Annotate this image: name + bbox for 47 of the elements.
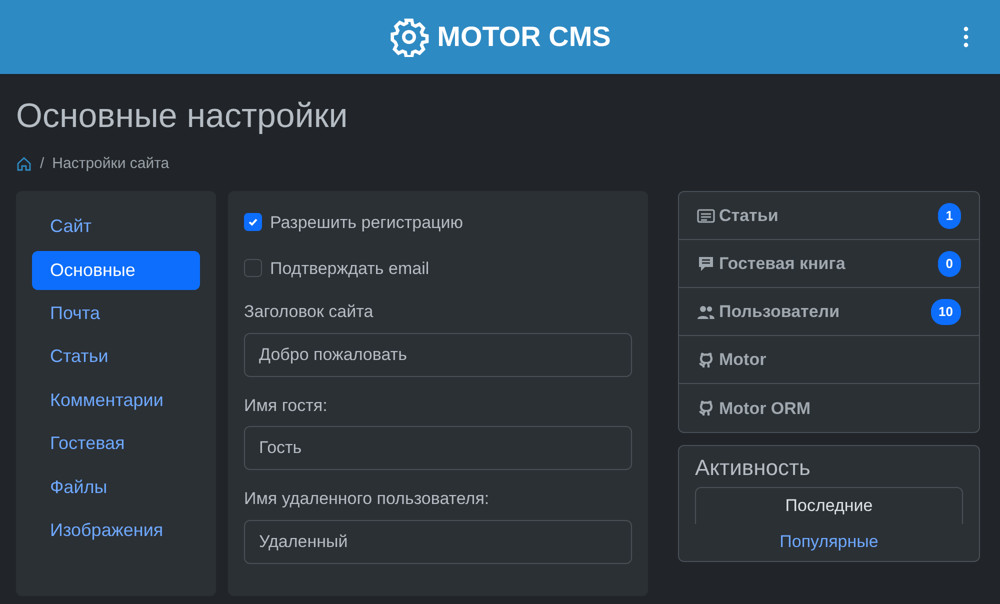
field-label: Заголовок сайта [244, 301, 374, 324]
check-icon [247, 216, 259, 228]
sidebar-item[interactable]: Файлы [32, 468, 200, 508]
tab[interactable]: Популярные [695, 524, 963, 561]
checkbox[interactable] [244, 213, 262, 232]
input-field[interactable]: Удаленный [244, 520, 632, 564]
breadcrumb-separator: / [40, 154, 44, 174]
home-icon[interactable] [16, 156, 32, 172]
input-field[interactable]: Добро пожаловать [244, 332, 632, 377]
sidebar-item[interactable]: Изображения [32, 511, 200, 550]
count-badge: 10 [930, 299, 961, 325]
input-field[interactable]: Гость [244, 426, 632, 470]
link-label: Пользователи [719, 301, 840, 324]
nav-link-item[interactable]: Motor ORM [679, 384, 979, 432]
count-badge: 0 [938, 251, 961, 277]
github-icon [697, 350, 715, 369]
link-label: Гостевая книга [719, 253, 846, 276]
sidebar-item[interactable]: Сайт [32, 207, 200, 247]
sidebar-item[interactable]: Гостевая [32, 424, 200, 464]
brand-link[interactable]: MOTOR CMS [437, 16, 611, 58]
sidebar-item[interactable]: Комментарии [32, 380, 200, 420]
comment-icon [697, 254, 715, 273]
nav-link-item[interactable]: Статьи 1 [679, 192, 979, 240]
people-icon [697, 304, 715, 320]
link-label: Motor [719, 349, 766, 372]
page-title: Основные настройки [16, 96, 349, 137]
nav-link-item[interactable]: Motor [679, 336, 979, 384]
field-label: Имя удаленного пользователя: [244, 488, 490, 510]
more-menu-icon[interactable] [962, 25, 970, 49]
sidebar-item[interactable]: Почта [32, 294, 200, 334]
field-label: Имя гостя: [244, 394, 328, 417]
tab[interactable]: Последние [695, 486, 963, 524]
list-icon [697, 208, 715, 224]
checkbox-label: Разрешить регистрацию [270, 212, 464, 234]
link-label: Motor ORM [719, 398, 811, 420]
checkbox-label: Подтверждать email [270, 258, 430, 280]
sidebar-item[interactable]: Основные [32, 250, 200, 290]
nav-link-item[interactable]: Гостевая книга 0 [679, 240, 979, 288]
gear-icon [389, 17, 430, 57]
activity-title: Активность [695, 454, 812, 482]
link-label: Статьи [719, 205, 778, 228]
github-icon [697, 399, 715, 418]
breadcrumb-item: Настройки сайта [52, 154, 170, 174]
nav-link-item[interactable]: Пользователи 10 [679, 288, 979, 336]
count-badge: 1 [938, 203, 961, 229]
checkbox[interactable] [244, 259, 262, 278]
sidebar-item[interactable]: Статьи [32, 337, 200, 377]
